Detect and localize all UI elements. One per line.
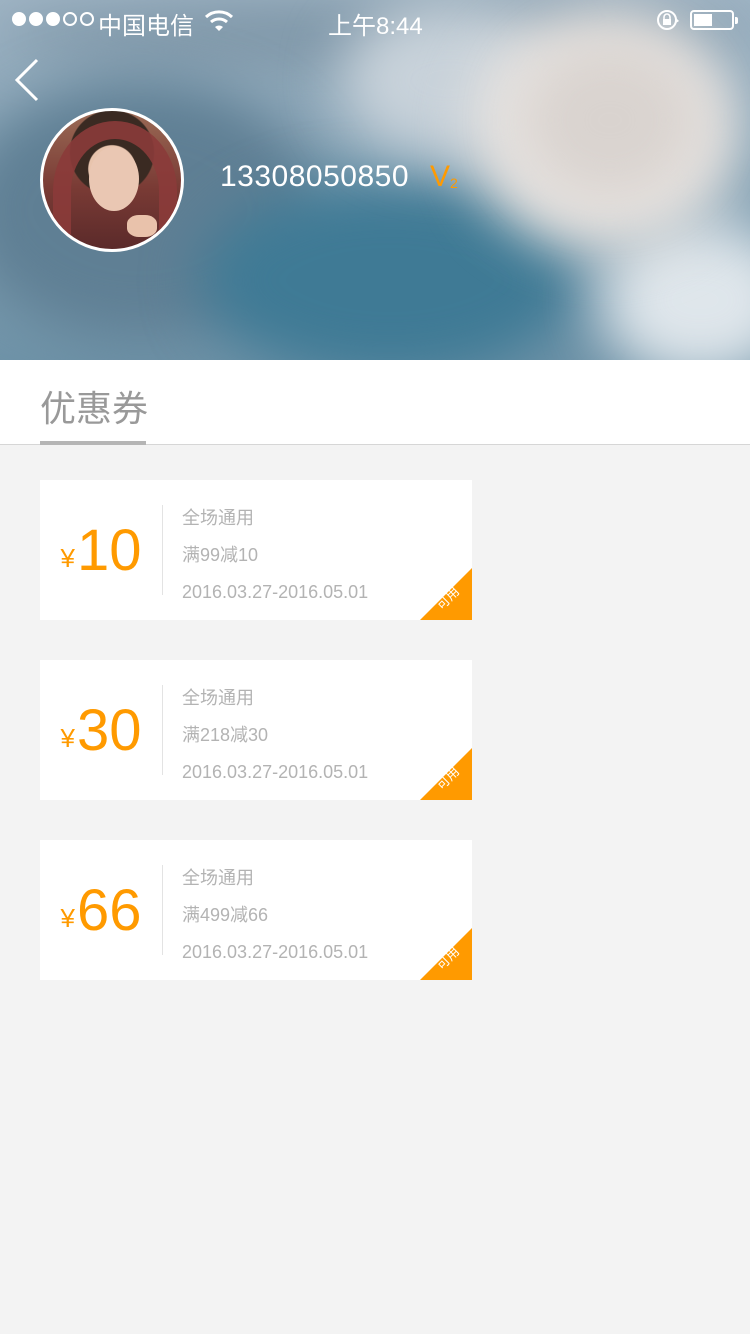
vip-level-number: 2 (450, 175, 458, 191)
coupon-status-badge: 可用 (420, 568, 472, 620)
coupon-status-badge: 可用 (420, 928, 472, 980)
active-tab-indicator (40, 441, 146, 445)
coupon-amount: ¥ 10 (40, 480, 162, 620)
currency-symbol: ¥ (60, 903, 75, 933)
user-phone-number: 13308050850 (220, 160, 410, 193)
coupon-info: 全场通用 满218减30 2016.03.27-2016.05.01 (182, 680, 368, 791)
coupon-status-badge: 可用 (420, 748, 472, 800)
status-bar: 中国电信 上午8:44 (0, 0, 750, 40)
currency-symbol: ¥ (60, 543, 75, 573)
carrier-name: 中国电信 (98, 13, 194, 40)
coupon-validity: 2016.03.27-2016.05.01 (182, 582, 369, 602)
coupon-value: 66 (76, 877, 142, 943)
coupon-validity: 2016.03.27-2016.05.01 (182, 942, 369, 962)
coupon-value: 10 (76, 517, 142, 583)
rotation-lock-icon (656, 9, 680, 38)
vip-letter: V (430, 160, 451, 193)
coupon-rule: 满218减30 (182, 725, 269, 745)
status-time: 上午8:44 (328, 13, 423, 40)
back-chevron-icon (14, 58, 39, 102)
coupon-scope: 全场通用 (182, 508, 254, 528)
currency-symbol: ¥ (60, 723, 75, 753)
back-button[interactable] (10, 55, 50, 105)
avatar[interactable] (40, 108, 184, 252)
coupon-card[interactable]: ¥ 66 全场通用 满499减66 2016.03.27-2016.05.01 … (40, 840, 472, 980)
coupon-divider (162, 505, 163, 595)
tab-bar: 优惠券 (0, 360, 750, 445)
coupon-amount: ¥ 30 (40, 660, 162, 800)
coupon-amount: ¥ 66 (40, 840, 162, 980)
coupon-info: 全场通用 满499减66 2016.03.27-2016.05.01 (182, 860, 368, 971)
vip-level-badge: V2 (430, 160, 458, 194)
coupon-info: 全场通用 满99减10 2016.03.27-2016.05.01 (182, 500, 368, 611)
wifi-icon (204, 8, 234, 39)
coupon-value: 30 (76, 697, 142, 763)
coupon-divider (162, 865, 163, 955)
coupon-validity: 2016.03.27-2016.05.01 (182, 762, 369, 782)
tab-coupons[interactable]: 优惠券 (40, 380, 148, 432)
battery-icon (690, 10, 738, 30)
signal-strength-icon (12, 12, 94, 26)
coupon-scope: 全场通用 (182, 688, 254, 708)
coupon-scope: 全场通用 (182, 868, 254, 888)
coupon-card[interactable]: ¥ 10 全场通用 满99减10 2016.03.27-2016.05.01 可… (40, 480, 472, 620)
coupon-divider (162, 685, 163, 775)
coupon-rule: 满499减66 (182, 905, 269, 925)
profile-header: 中国电信 上午8:44 13308050850 V2 (0, 0, 750, 360)
coupon-rule: 满99减10 (182, 545, 259, 565)
coupon-card[interactable]: ¥ 30 全场通用 满218减30 2016.03.27-2016.05.01 … (40, 660, 472, 800)
